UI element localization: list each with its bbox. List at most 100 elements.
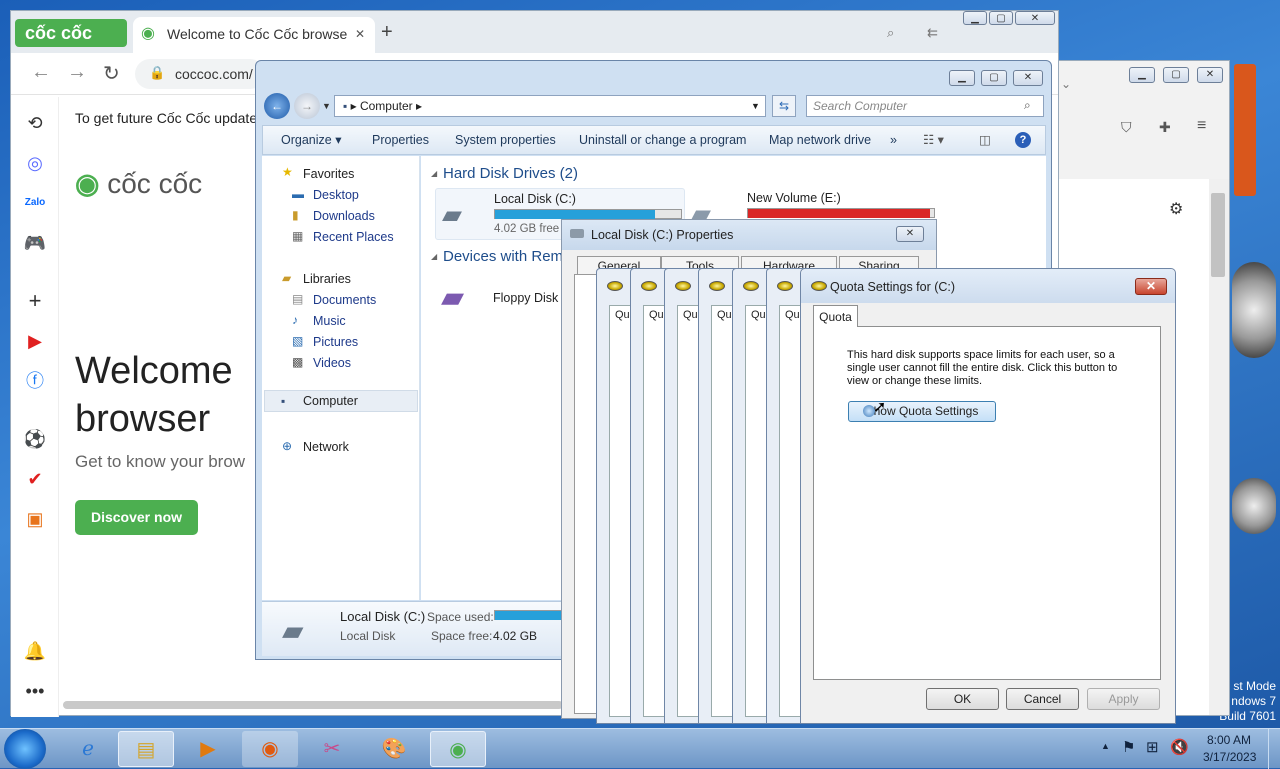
shield-icon[interactable]: ⛉ <box>1121 119 1132 136</box>
organize-button[interactable]: Organize ▾ <box>281 126 341 154</box>
nav-pictures[interactable]: Pictures <box>313 335 358 349</box>
facebook-icon[interactable]: ⓕ <box>23 369 47 393</box>
search-input[interactable]: Search Computer <box>806 95 1044 117</box>
back-tab-icon[interactable]: ⇇ <box>927 25 938 41</box>
scrollbar-thumb[interactable] <box>1211 193 1225 277</box>
reload-icon[interactable]: ↻ <box>103 61 120 86</box>
media-player-icon[interactable]: ▶ <box>180 731 236 767</box>
search-icon[interactable]: ⌕ <box>1024 98 1031 113</box>
close-button[interactable]: ✕ <box>1197 67 1223 83</box>
network-icon[interactable]: ⊞ <box>1146 738 1159 756</box>
forward-button[interactable]: → <box>294 93 320 119</box>
apply-button[interactable]: Apply <box>1087 688 1160 710</box>
volume-muted-icon[interactable]: 🔇 <box>1170 738 1189 756</box>
explorer-taskbar-icon[interactable]: ▤ <box>118 731 174 767</box>
gear-icon[interactable]: ⚙ <box>1169 199 1183 219</box>
messenger-icon[interactable]: ◎ <box>23 151 47 175</box>
add-icon[interactable]: + <box>23 289 47 313</box>
game-icon[interactable]: 🎮 <box>23 231 47 255</box>
breadcrumb[interactable]: Computer <box>360 99 413 113</box>
uninstall-program-button[interactable]: Uninstall or change a program <box>579 126 746 154</box>
search-tabs-icon[interactable]: ⌕ <box>887 25 894 41</box>
nav-recent-places[interactable]: Recent Places <box>313 230 394 244</box>
zalo-icon[interactable]: Zalo <box>23 191 47 215</box>
show-desktop-button[interactable] <box>1268 729 1280 769</box>
nav-downloads[interactable]: Downloads <box>313 209 375 223</box>
help-icon[interactable]: ? <box>1015 132 1031 148</box>
horizontal-scrollbar[interactable] <box>63 701 563 709</box>
close-button[interactable]: ✕ <box>1013 70 1043 86</box>
cancel-button[interactable]: Cancel <box>1006 688 1079 710</box>
properties-button[interactable]: Properties <box>372 126 429 154</box>
maximize-button[interactable]: ▢ <box>989 11 1013 25</box>
chevron-down-icon[interactable]: ▼ <box>751 96 760 116</box>
nav-documents[interactable]: Documents <box>313 293 376 307</box>
refresh-button[interactable]: ⇆ <box>772 95 796 117</box>
tab-quota[interactable]: Quota <box>813 305 858 327</box>
floppy-name[interactable]: Floppy Disk D <box>493 291 571 305</box>
nav-music[interactable]: Music <box>313 314 346 328</box>
address-bar[interactable]: ▪ ▸ Computer ▸ ▼ <box>334 95 766 117</box>
tab-close-icon[interactable]: ✕ <box>355 17 365 51</box>
minimize-button[interactable]: ▁ <box>949 70 975 86</box>
action-center-icon[interactable]: ⚑ <box>1122 738 1135 756</box>
checklist-icon[interactable]: ✔ <box>23 467 47 491</box>
firefox-icon[interactable]: ◉ <box>242 731 298 767</box>
menu-icon[interactable]: ≡ <box>1197 117 1206 135</box>
extensions-icon[interactable]: ✚ <box>1159 119 1171 136</box>
internet-explorer-icon[interactable]: ℯ <box>60 731 116 767</box>
collapse-icon[interactable]: ◢ <box>431 169 437 178</box>
forward-icon[interactable]: → <box>67 61 87 84</box>
nav-network[interactable]: Network <box>303 440 349 454</box>
ok-button[interactable]: OK <box>926 688 999 710</box>
coccoc-taskbar-icon[interactable]: ◉ <box>430 731 486 767</box>
paint-icon[interactable]: 🎨 <box>366 731 422 767</box>
drive-e-name[interactable]: New Volume (E:) <box>747 191 841 205</box>
bell-icon[interactable]: 🔔 <box>23 639 47 663</box>
close-button[interactable]: ✕ <box>896 226 924 242</box>
meter-gadget[interactable] <box>1232 478 1276 534</box>
scrollbar[interactable] <box>1209 179 1229 715</box>
soccer-icon[interactable]: ⚽ <box>23 427 47 451</box>
active-tab[interactable]: ◉ Welcome to Cốc Cốc browse ✕ <box>133 17 375 53</box>
tray-expand-icon[interactable]: ▲ <box>1101 741 1110 751</box>
quota-disk-icon <box>675 281 691 291</box>
shop-icon[interactable]: ▣ <box>23 507 47 531</box>
view-icon[interactable]: ☷ ▾ <box>923 126 944 154</box>
system-properties-button[interactable]: System properties <box>455 126 556 154</box>
new-tab-button[interactable]: + <box>381 21 393 44</box>
back-icon[interactable]: ← <box>31 61 51 84</box>
nav-computer[interactable]: Computer <box>303 394 358 408</box>
nav-desktop[interactable]: Desktop <box>313 188 359 202</box>
clock-date[interactable]: 3/17/2023 <box>1203 750 1256 764</box>
recent-pages-icon[interactable]: ▼ <box>322 101 331 111</box>
preview-pane-icon[interactable]: ◫ <box>979 126 991 154</box>
nav-libraries[interactable]: Libraries <box>303 272 351 286</box>
history-icon[interactable]: ⟲ <box>23 111 47 135</box>
chevron-down-icon[interactable]: ⌄ <box>1061 77 1071 91</box>
close-button[interactable]: ✕ <box>1015 11 1055 25</box>
start-button[interactable] <box>4 729 46 769</box>
more-commands-button[interactable]: » <box>890 126 897 154</box>
youtube-icon[interactable]: ▶ <box>23 329 47 353</box>
calendar-gadget[interactable] <box>1234 64 1256 196</box>
maximize-button[interactable]: ▢ <box>981 70 1007 86</box>
maximize-button[interactable]: ▢ <box>1163 67 1189 83</box>
minimize-button[interactable]: ▁ <box>1129 67 1155 83</box>
clock-gadget[interactable] <box>1232 262 1276 358</box>
close-button[interactable]: ✕ <box>1135 278 1167 295</box>
show-quota-settings-button[interactable]: Show Quota Settings <box>848 401 996 422</box>
url-field[interactable]: 🔒 coccoc.com/ <box>135 59 265 89</box>
nav-videos[interactable]: Videos <box>313 356 351 370</box>
back-button[interactable]: ← <box>264 93 290 119</box>
discover-button[interactable]: Discover now <box>75 500 198 535</box>
nav-favorites[interactable]: Favorites <box>303 167 354 181</box>
map-network-drive-button[interactable]: Map network drive <box>769 126 871 154</box>
collapse-icon[interactable]: ◢ <box>431 252 437 261</box>
clock-time[interactable]: 8:00 AM <box>1207 733 1251 747</box>
coccoc-logo-tab[interactable]: cốc cốc <box>15 19 127 47</box>
snipping-tool-icon[interactable]: ✂ <box>304 731 360 767</box>
more-icon[interactable]: ••• <box>23 679 47 703</box>
nav-computer-selected[interactable]: ▪ Computer <box>264 390 418 412</box>
minimize-button[interactable]: ▁ <box>963 11 987 25</box>
